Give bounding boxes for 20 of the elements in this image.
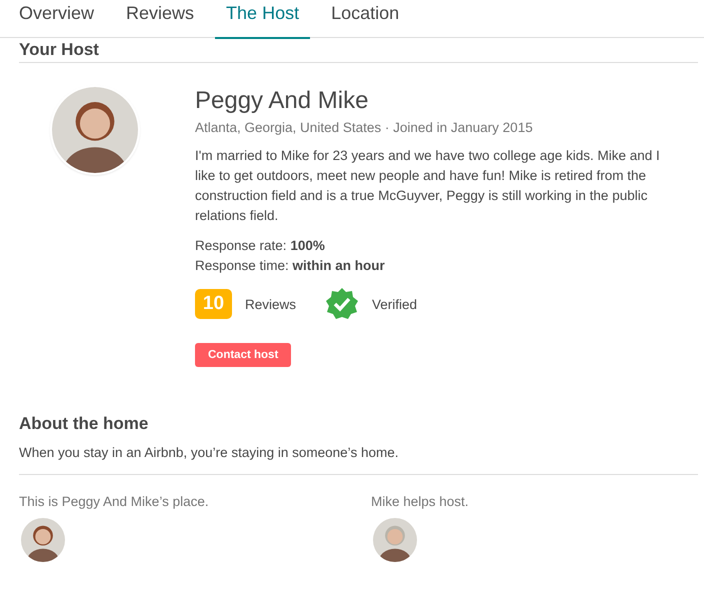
verified-check-icon [325, 288, 360, 320]
tab[interactable]: Reviews [115, 0, 206, 39]
host-caption: Mike helps host. [371, 494, 470, 509]
verified-label: Verified [372, 296, 418, 312]
tab[interactable]: Location [320, 0, 410, 39]
avatar [21, 518, 65, 562]
host-name: Peggy And Mike [195, 86, 370, 116]
section-heading: About the home [19, 414, 150, 434]
avatar [373, 518, 417, 562]
reviews-label: Reviews [245, 296, 296, 312]
tab[interactable]: The Host [215, 0, 310, 39]
host-caption: This is Peggy And Mike’s place. [19, 494, 210, 509]
host-bio: I'm married to Mike for 23 years and we have two college age kids. Mike and I like to get outdoors, meet new people and have fun! Mike is retired from the construction field and is a true McGuyver, Peggy is still working in the public relations field. [195, 147, 661, 225]
tab[interactable]: Overview [8, 0, 106, 39]
response-rate: Response rate: 100% [195, 237, 326, 255]
section-heading: Your Host [19, 41, 99, 58]
about-text: When you stay in an Airbnb, you’re staying in someone’s home. [19, 445, 698, 475]
reviews-count-badge: 10 [195, 289, 232, 319]
response-time: Response time: within an hour [195, 257, 386, 275]
host-location: Atlanta, Georgia, United States · Joined in January 2015 [195, 120, 534, 135]
